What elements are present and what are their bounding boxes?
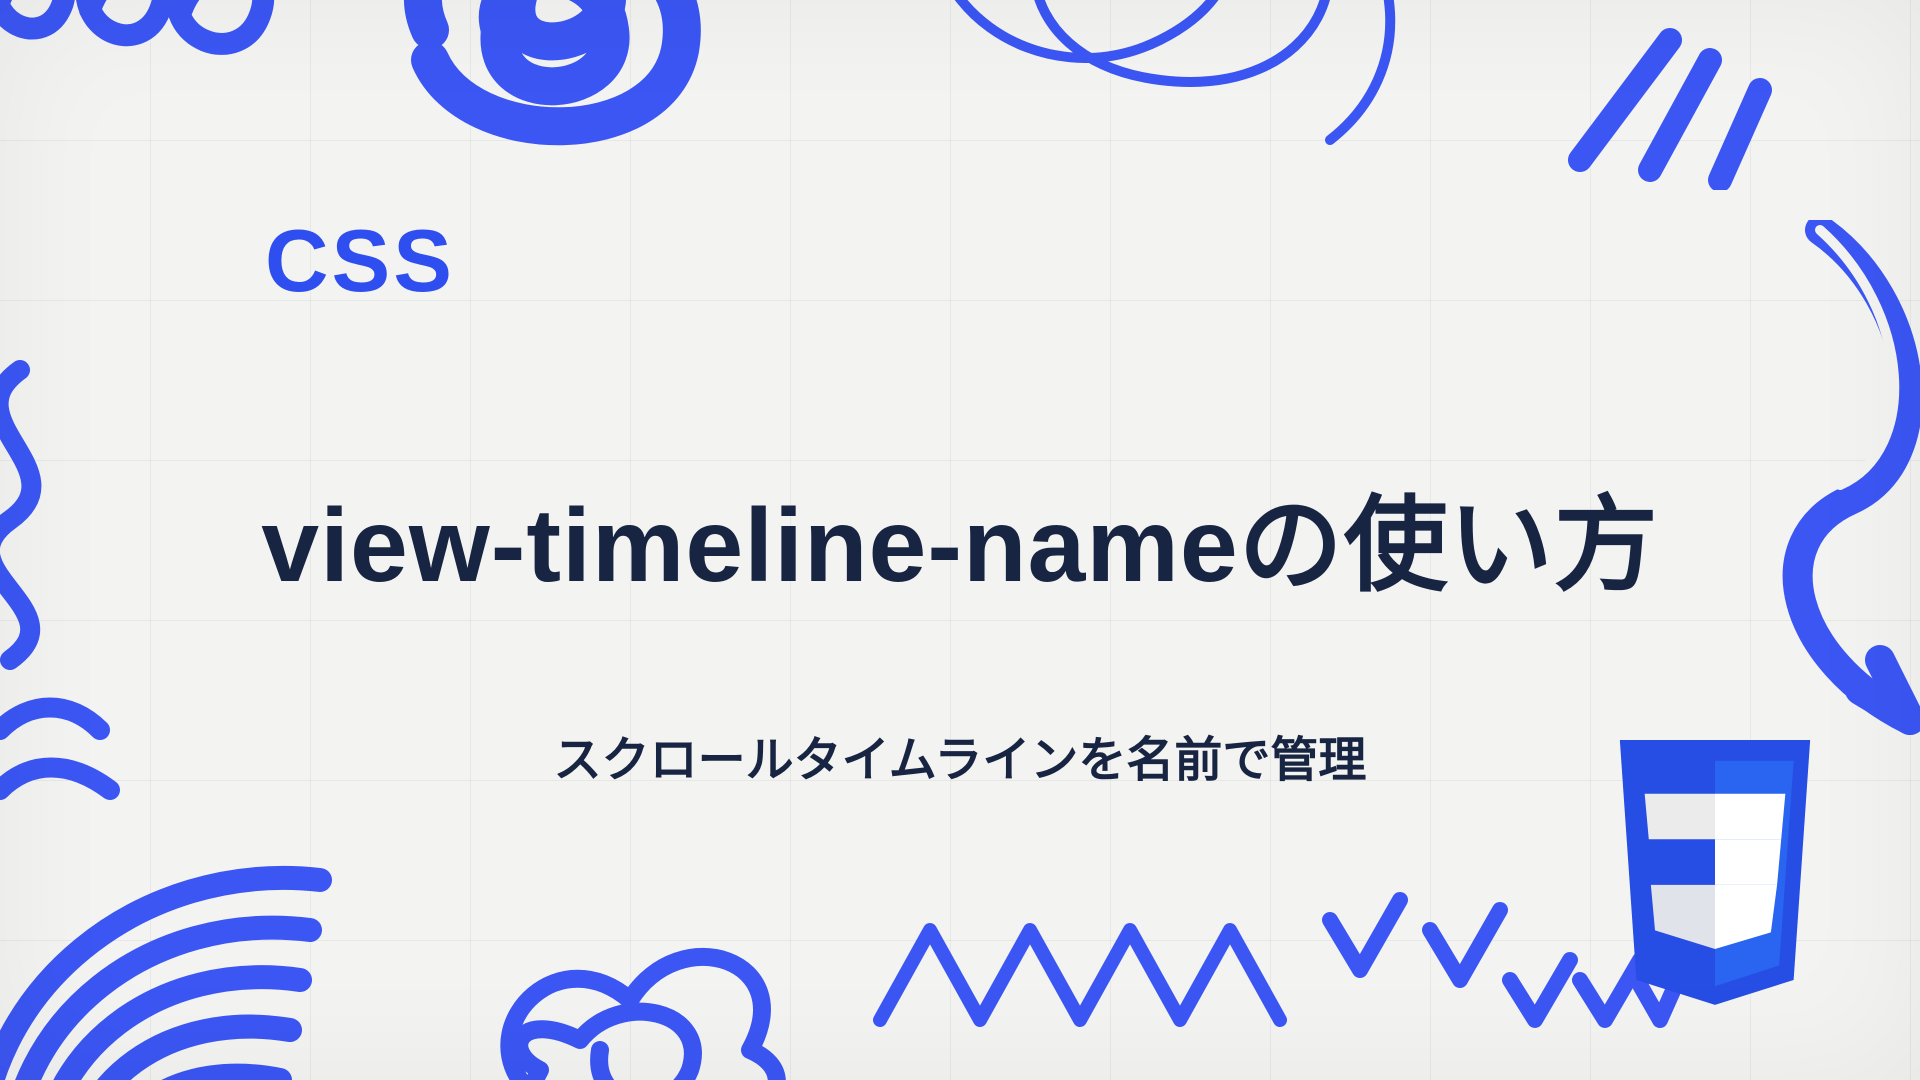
zigzag-icon <box>870 900 1290 1060</box>
arcs-concentric-icon <box>0 800 360 1080</box>
scribble-cloud-icon <box>480 900 820 1080</box>
burst-lines-top-icon <box>1540 10 1800 190</box>
spiral-large-icon <box>860 0 1420 200</box>
page-subtitle: スクロールタイムラインを名前で管理 <box>554 720 1367 790</box>
scribble-blob-icon <box>370 0 770 180</box>
wave-left-icon <box>0 360 120 700</box>
short-strokes-icon <box>0 690 150 840</box>
arrow-curve-icon <box>1760 220 1920 740</box>
css3-shield-icon <box>1580 740 1850 1040</box>
page-title: view-timeline-nameの使い方 <box>261 460 1658 611</box>
loops-doodle-icon <box>0 0 310 180</box>
slide-canvas: CSS view-timeline-nameの使い方 スクロールタイムラインを名… <box>0 0 1920 1080</box>
category-label: CSS <box>265 210 455 312</box>
